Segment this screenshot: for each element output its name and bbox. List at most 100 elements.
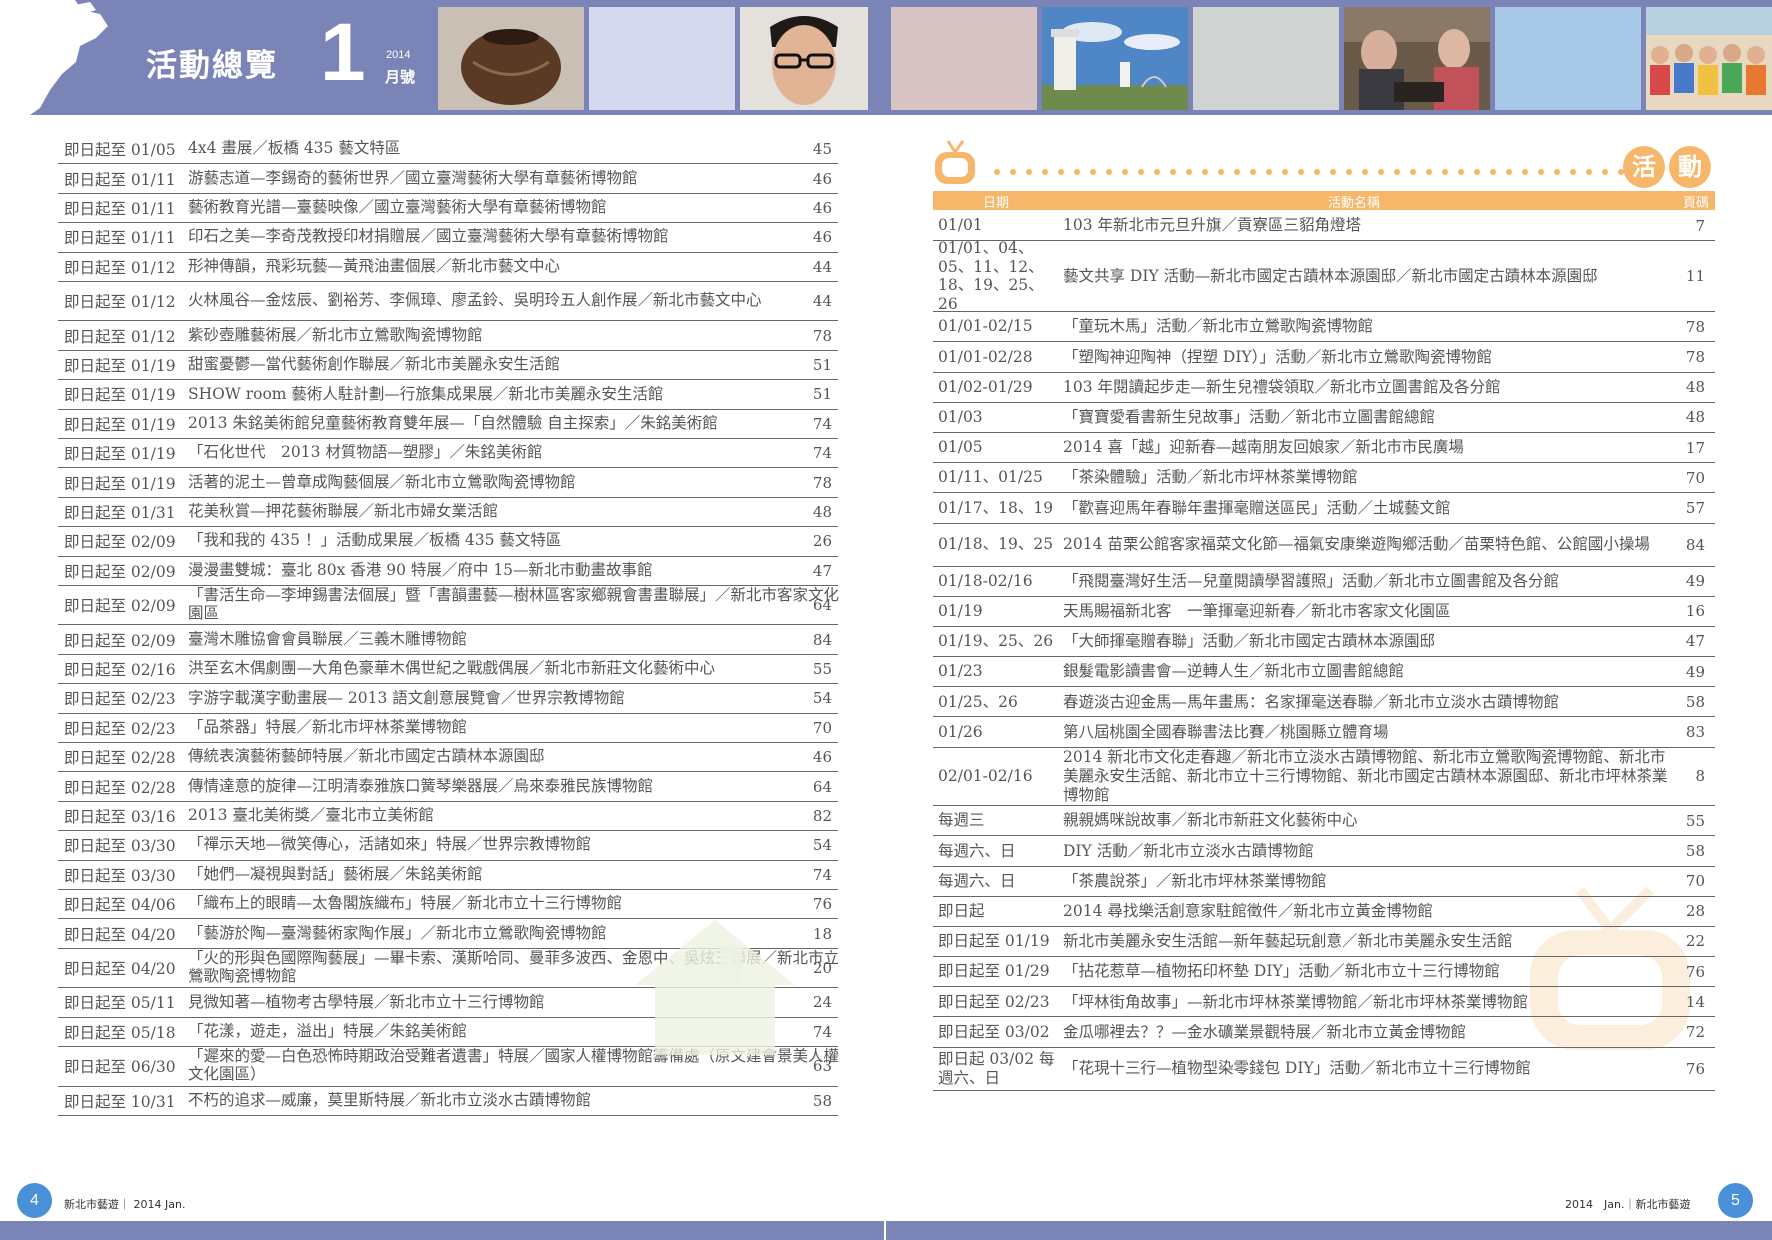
activity-date: 02/01-02/16 [938, 767, 1033, 786]
right-event-list: 01/01 103 年新北市元旦升旗／貢寮區三貂角燈塔 7 01/01、04、05、1… [933, 211, 1715, 1091]
list-item: 即日起至 03/30 「她們—凝視與對話」藝術展／朱銘美術館 74 [58, 861, 838, 890]
list-item-date: 即日起至 06/30 [64, 1058, 176, 1077]
list-item-title: SHOW room 藝術人駐計劃—行旅集成果展／新北市美麗永安生活館 [188, 384, 664, 403]
activity-page: 22 [1685, 932, 1705, 951]
activity-title: 春遊淡古迎金馬—馬年畫馬：名家揮毫送春聯／新北市立淡水古蹟博物館 [1063, 692, 1560, 711]
list-item-title: 游藝志道—李錫奇的藝術世界／國立臺灣藝術大學有章藝術博物館 [188, 168, 638, 187]
list-item: 即日起至 01/12 火林風谷—金炫辰、劉裕芳、李佩璋、廖孟鈴、吳明玲五人創作展／… [58, 282, 838, 322]
list-item-title: 4x4 畫展／板橋 435 藝文特區 [188, 139, 401, 158]
activity-row: 01/26 第八屆桃園全國春聯書法比賽／桃園縣立體育場 83 [933, 717, 1715, 748]
activity-row: 01/01-02/15 「童玩木馬」活動／新北市立鶯歌陶瓷博物館 78 [933, 312, 1715, 343]
activity-row: 01/11、01/25 「茶染體驗」活動／新北市坪林茶業博物館 70 [933, 463, 1715, 494]
activity-date: 01/05 [938, 438, 983, 457]
activity-title: 103 年新北市元旦升旗／貢寮區三貂角燈塔 [1063, 216, 1362, 235]
activity-title: 「大師揮毫贈春聯」活動／新北市國定古蹟林本源園邸 [1063, 632, 1436, 651]
list-item-page: 46 [812, 748, 832, 767]
activity-page: 84 [1685, 535, 1705, 554]
list-item-page: 51 [812, 385, 832, 404]
issue-year: 2014 [386, 49, 411, 61]
list-item: 即日起至 02/09 漫漫畫雙城：臺北 80x 香港 90 特展／府中 15—新北… [58, 557, 838, 586]
list-item-title: 2013 臺北美術獎／臺北市立美術館 [188, 806, 434, 825]
activity-date: 即日起至 01/19 [938, 932, 1050, 951]
list-item: 即日起至 04/06 「織布上的眼睛—太魯閣族織布」特展／新北市立十三行博物館 76 [58, 890, 838, 920]
tv-icon [935, 140, 975, 184]
list-item-page: 26 [812, 532, 832, 551]
list-item-page: 74 [812, 414, 832, 433]
list-item: 即日起至 01/19 活著的泥土—曾章成陶藝個展／新北市立鶯歌陶瓷博物館 78 [58, 468, 838, 498]
list-item-title: 火林風谷—金炫辰、劉裕芳、李佩璋、廖孟鈴、吳明玲五人創作展／新北市藝文中心 [188, 291, 762, 310]
left-footer-text: 新北市藝遊｜ 2014 Jan. [64, 1198, 186, 1211]
list-item-title: 漫漫畫雙城：臺北 80x 香港 90 特展／府中 15—新北市動畫故事館 [188, 560, 653, 579]
list-item-page: 82 [812, 807, 832, 825]
activity-page: 70 [1685, 872, 1705, 891]
list-item-page: 46 [812, 169, 832, 188]
list-item-date: 即日起至 02/09 [64, 562, 176, 581]
activity-row: 每週六、日 「茶農說茶」／新北市坪林茶業博物館 70 [933, 867, 1715, 897]
activity-date: 01/19、25、26 [938, 632, 1054, 651]
tea-workshop-photo [1344, 7, 1490, 110]
list-item-title: 「藝游於陶—臺灣藝術家陶作展」／新北市立鶯歌陶瓷博物館 [188, 923, 607, 942]
list-item-title: 花美秋賞—押花藝術聯展／新北市婦女業活館 [188, 502, 499, 521]
list-item-page: 74 [812, 865, 832, 884]
activity-date: 每週六、日 [938, 841, 1016, 860]
list-item: 即日起至 02/28 傳情達意的旋律—江明清泰雅族口簧琴樂器展／烏來泰雅民族博物館… [58, 772, 838, 802]
activity-page: 58 [1685, 841, 1705, 860]
list-item-page: 20 [812, 959, 832, 978]
list-item-date: 即日起至 01/19 [64, 357, 176, 376]
activity-row: 01/19 天馬賜福新北客 一筆揮毫迎新春／新北市客家文化園區 16 [933, 597, 1715, 627]
list-item-date: 即日起至 03/30 [64, 837, 176, 856]
list-item-date: 即日起至 05/11 [64, 994, 176, 1013]
activity-title: 「花現十三行—植物型染零錢包 DIY」活動／新北市立十三行博物館 [1063, 1059, 1531, 1078]
list-item-title: 字游字載漢字動畫展— 2013 語文創意展覽會／世界宗教博物館 [188, 688, 625, 707]
activity-page: 47 [1685, 632, 1705, 651]
list-item-page: 76 [812, 895, 832, 914]
list-item: 即日起至 02/16 洪至玄木偶劇團—大角色豪華木偶世紀之戰戲偶展／新北市新莊文化… [58, 655, 838, 685]
activity-title: 「茶農說茶」／新北市坪林茶業博物館 [1063, 871, 1327, 890]
list-item-date: 即日起至 02/28 [64, 749, 176, 768]
activity-page: 48 [1685, 378, 1705, 397]
list-item: 即日起至 01/19 SHOW room 藝術人駐計劃—行旅集成果展／新北市美麗永… [58, 380, 838, 410]
list-item-date: 即日起至 04/20 [64, 925, 176, 944]
col-page-header: 頁碼 [1682, 196, 1709, 211]
list-item: 即日起至 04/20 「火的形與色國際陶藝展」—畢卡索、漢斯哈同、曼菲多波西、金恩… [58, 949, 839, 989]
list-item-page: 44 [812, 292, 832, 311]
list-item: 即日起至 01/19 2013 朱銘美術館兒童藝術教育雙年展—「自然體驗 自主探索… [58, 410, 838, 440]
list-item: 即日起至 04/20 「藝游於陶—臺灣藝術家陶作展」／新北市立鶯歌陶瓷博物館 18 [58, 919, 838, 949]
activity-page: 49 [1685, 572, 1705, 591]
issue-number: 1 [320, 7, 366, 98]
activity-page: 78 [1685, 347, 1705, 366]
list-item-title: 紫砂壺雕藝術展／新北市立鶯歌陶瓷博物館 [188, 325, 483, 344]
activity-page: 49 [1685, 662, 1705, 681]
activity-title: 第八屆桃園全國春聯書法比賽／桃園縣立體育場 [1063, 722, 1389, 741]
page-title: 活動總覽 [146, 48, 278, 84]
list-item-date: 即日起至 03/30 [64, 866, 176, 885]
activity-date: 即日起至 03/02 [938, 1022, 1050, 1041]
activity-page: 76 [1685, 1059, 1705, 1078]
list-item: 即日起至 01/05 4x4 畫展／板橋 435 藝文特區 45 [58, 135, 838, 165]
list-item: 即日起至 02/28 傳統表演藝術藝師特展／新北市國定古蹟林本源園邸 46 [58, 743, 838, 773]
list-item-page: 46 [812, 228, 832, 247]
footer-divider [884, 1221, 886, 1240]
list-item-page: 74 [812, 1022, 832, 1041]
activity-date: 01/17、18、19 [938, 498, 1054, 517]
activity-page: 55 [1685, 811, 1705, 830]
left-event-list: 即日起至 01/05 4x4 畫展／板橋 435 藝文特區 45 即日起至 01/11… [58, 135, 839, 1116]
activity-page: 11 [1685, 267, 1705, 286]
list-item-date: 即日起至 04/06 [64, 896, 176, 915]
list-item-title: 臺灣木雕協會會員聯展／三義木雕博物館 [188, 629, 468, 648]
list-item-title: 不朽的追求—威廉，莫里斯特展／新北市立淡水古蹟博物館 [188, 1090, 592, 1109]
list-item-date: 即日起至 02/09 [64, 631, 176, 650]
activity-title: 「茶染體驗」活動／新北市坪林茶業博物館 [1063, 468, 1358, 487]
list-item-page: 45 [812, 140, 832, 159]
list-item-date: 即日起至 01/12 [64, 327, 176, 346]
activity-page: 16 [1685, 602, 1705, 621]
activity-title: 藝文共享 DIY 活動—新北市國定古蹟林本源園邸／新北市國定古蹟林本源園邸 [1063, 266, 1598, 285]
list-item-title: 印石之美—李奇茂教授印材捐贈展／國立臺灣藝術大學有章藝術博物館 [188, 227, 669, 246]
list-item-page: 70 [812, 718, 832, 737]
list-item-date: 即日起至 01/31 [64, 503, 176, 522]
list-item-page: 51 [812, 356, 832, 375]
list-item-title: 甜蜜憂鬱—當代藝術創作聯展／新北市美麗永安生活館 [188, 355, 561, 374]
list-item-title: 傳統表演藝術藝師特展／新北市國定古蹟林本源園邸 [188, 747, 545, 766]
activity-title: 2014 苗栗公館客家福菜文化節—福氣安康樂遊陶鄉活動／苗栗特色館、公館國小操場 [1063, 535, 1650, 554]
list-item-page: 64 [812, 596, 832, 615]
